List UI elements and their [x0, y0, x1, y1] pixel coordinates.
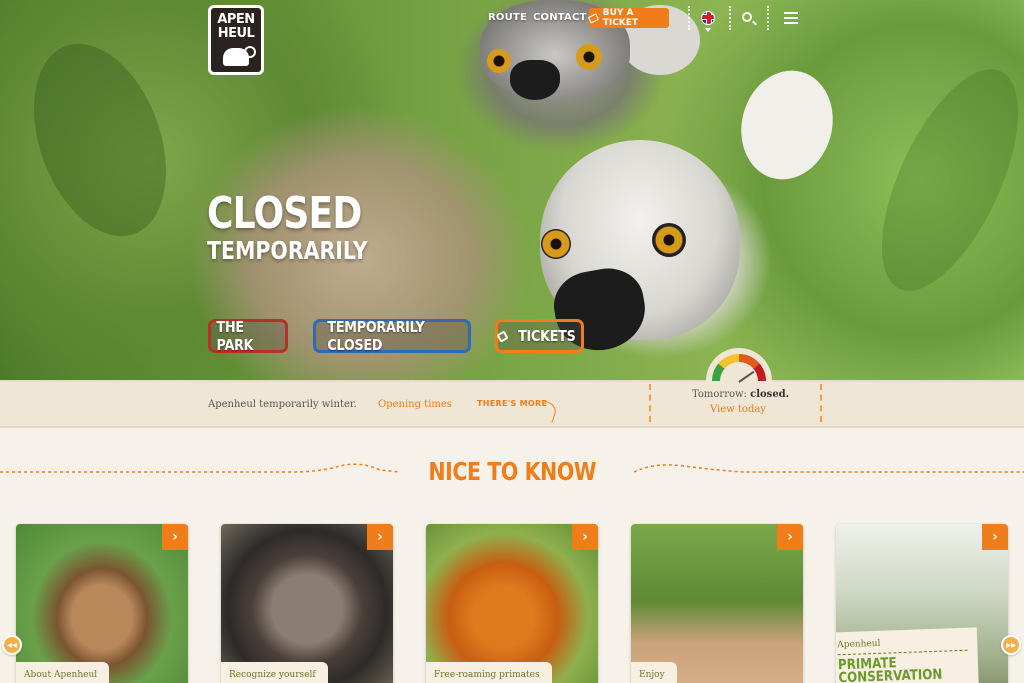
- arrow-right-icon: ›: [162, 524, 188, 550]
- tickets-label: TICKETS: [518, 327, 576, 345]
- tickets-button[interactable]: TICKETS: [495, 319, 584, 353]
- search-icon[interactable]: [742, 12, 752, 22]
- lemur-eye: [541, 229, 571, 259]
- card-free-roaming-primates[interactable]: › Free-roaming primates: [426, 524, 598, 683]
- dashed-divider: [820, 384, 822, 422]
- tomorrow-value: closed.: [750, 389, 790, 400]
- apenheul-logo[interactable]: APEN HEUL: [208, 5, 264, 75]
- nav-route[interactable]: ROUTE: [488, 12, 527, 23]
- hero-headline: CLOSED TEMPORARILY: [207, 188, 403, 265]
- theres-more-link[interactable]: THERE'S MORE: [477, 399, 547, 408]
- spiral-tail-icon: [244, 46, 256, 58]
- hamburger-menu-icon[interactable]: [784, 12, 798, 24]
- status-text: Apenheul temporarily winter.: [208, 399, 357, 410]
- lemur-ear: [729, 60, 845, 190]
- card-label-small: Apenheul: [837, 638, 881, 651]
- carousel-next-button[interactable]: ▸▸: [1001, 635, 1021, 655]
- chevron-down-icon: [705, 28, 711, 32]
- lemur-snout: [510, 60, 560, 100]
- card-label: Enjoy: [631, 662, 677, 683]
- lemur-eye: [487, 49, 511, 73]
- headline-temporarily: TEMPORARILY: [207, 236, 368, 265]
- foliage: [9, 25, 191, 255]
- section-title-text: NICE TO KNOW: [428, 457, 596, 486]
- header-divider: [729, 6, 731, 30]
- card-label-big-2: CONSERVATION: [838, 666, 943, 683]
- arrow-right-icon: ›: [572, 524, 598, 550]
- card-label: About Apenheul: [16, 662, 110, 683]
- tomorrow-status: Tomorrow: closed.: [692, 389, 789, 400]
- lemur-eye: [652, 223, 686, 257]
- card-label: Recognize yourself: [221, 662, 328, 683]
- headline-closed: CLOSED: [207, 188, 362, 239]
- dashed-divider: [649, 384, 651, 422]
- the-park-label: THE PARK: [216, 318, 254, 354]
- header-divider: [767, 6, 769, 30]
- card-big-label: Apenheul PRIMATE CONSERVATION: [836, 627, 980, 683]
- view-today-link[interactable]: View today: [710, 404, 766, 415]
- buy-ticket-label: BUY A TICKET: [602, 8, 639, 28]
- info-bar: Apenheul temporarily winter. Opening tim…: [0, 380, 1024, 426]
- tomorrow-prefix: Tomorrow:: [692, 389, 747, 400]
- arrow-right-icon: ›: [777, 524, 803, 550]
- logo-text-bottom: HEUL: [217, 26, 255, 41]
- arrow-right-icon: ›: [982, 524, 1008, 550]
- opening-times-link[interactable]: Opening times: [378, 399, 452, 410]
- card-label: Free-roaming primates: [426, 662, 552, 683]
- ticket-icon: [496, 329, 509, 343]
- card-primate-conservation[interactable]: › Apenheul PRIMATE CONSERVATION: [836, 524, 1008, 683]
- lemur-eye: [576, 44, 602, 70]
- temporarily-closed-label: TEMPORARILY CLOSED: [327, 318, 425, 354]
- uk-flag-icon[interactable]: [701, 11, 715, 25]
- nav-contact[interactable]: CONTACT: [533, 12, 587, 23]
- ticket-icon: [587, 12, 599, 24]
- card-about-apenheul[interactable]: › About Apenheul: [16, 524, 188, 683]
- foliage: [853, 50, 1024, 310]
- card-enjoy[interactable]: › Enjoy: [631, 524, 803, 683]
- carousel-prev-button[interactable]: ◂◂: [2, 635, 22, 655]
- temporarily-closed-button[interactable]: TEMPORARILY CLOSED: [313, 318, 471, 354]
- arrow-right-icon: ›: [367, 524, 393, 550]
- header-divider: [688, 6, 690, 30]
- card-recognize-yourself[interactable]: › Recognize yourself: [221, 524, 393, 683]
- logo-text-top: APEN: [217, 12, 255, 27]
- the-park-button[interactable]: THE PARK: [208, 318, 288, 354]
- buy-ticket-button[interactable]: BUY A TICKET: [587, 8, 669, 28]
- section-title: NICE TO KNOW: [0, 457, 1024, 486]
